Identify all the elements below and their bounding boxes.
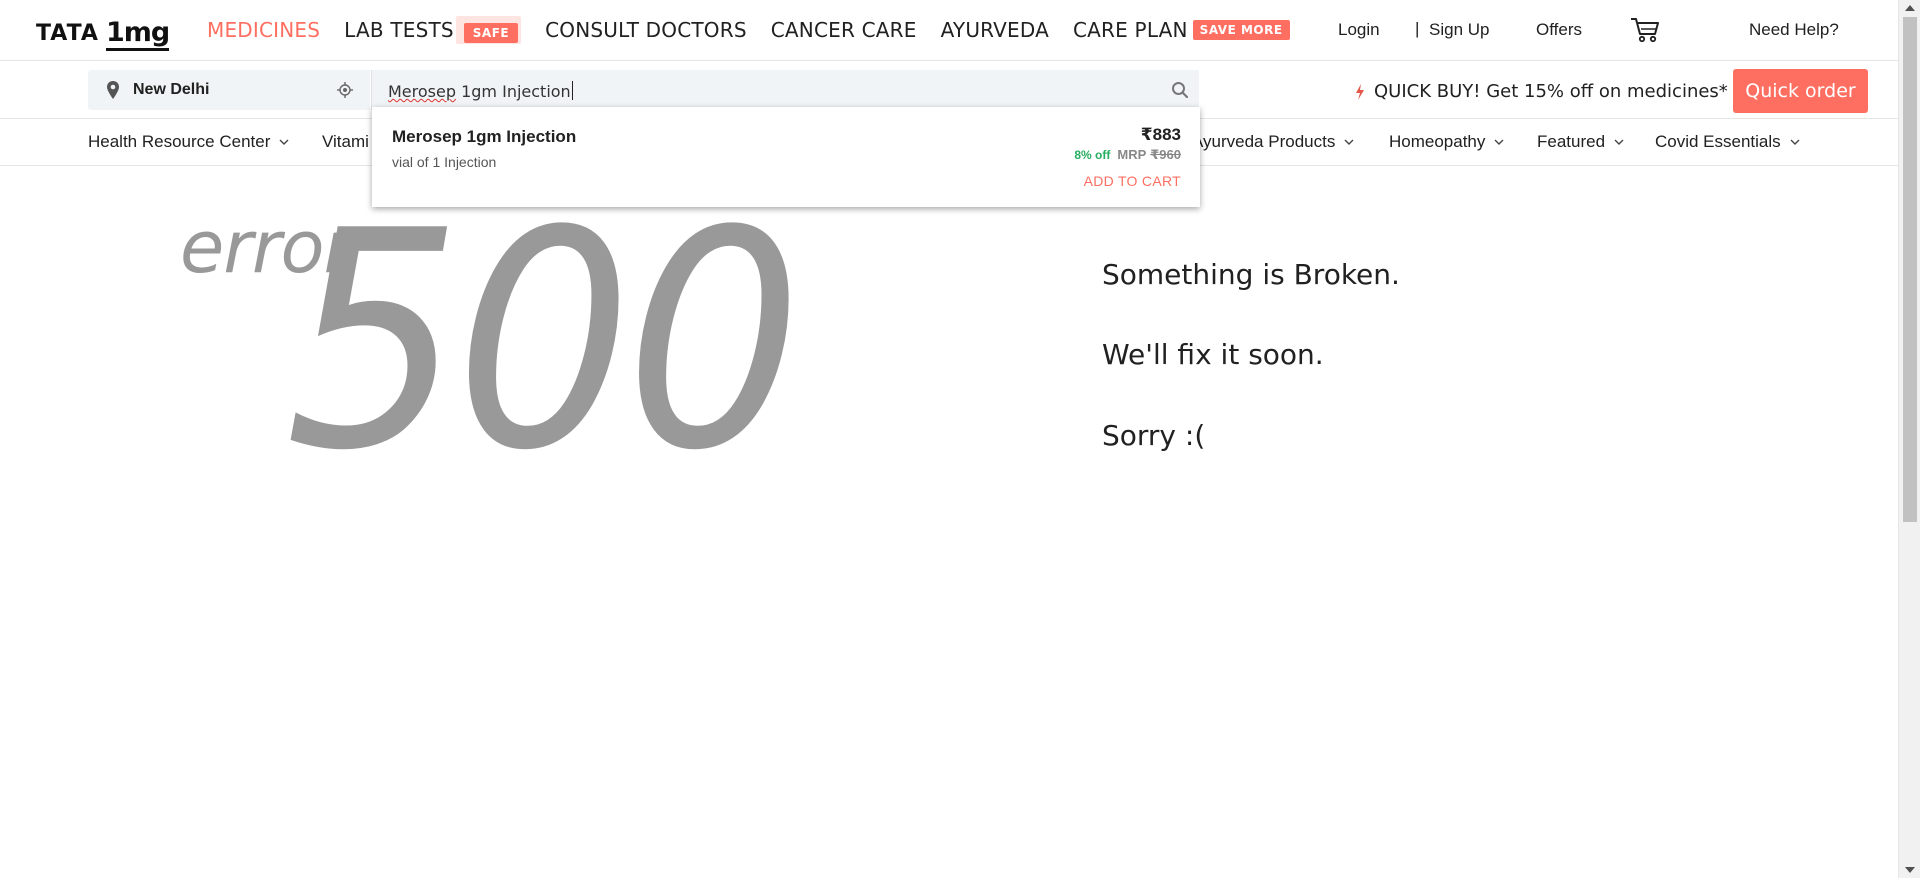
chevron-down-icon — [279, 139, 289, 145]
nav-care-plan[interactable]: CARE PLAN SAVE MORE — [1073, 18, 1290, 42]
suggestion-price: ₹883 — [1140, 125, 1181, 144]
logo-product: 1mg — [105, 17, 170, 51]
location-selector[interactable]: New Delhi — [88, 70, 370, 110]
scroll-down-arrow[interactable] — [1905, 867, 1915, 873]
nav-lab-tests[interactable]: LAB TESTS SAFE — [344, 16, 522, 44]
account-nav: Login | Sign Up Offers Need Help? — [1338, 18, 1898, 43]
suggestion-discount-row: 8% off MRP ₹960 — [1074, 147, 1181, 163]
quick-buy-banner: QUICK BUY! Get 15% off on medicines* — [1355, 81, 1728, 102]
quick-order-button[interactable]: Quick order — [1733, 69, 1868, 113]
login-link[interactable]: Login — [1338, 20, 1380, 40]
quick-buy-text: QUICK BUY! Get 15% off on medicines* — [1374, 81, 1728, 102]
search-query-rest: 1gm Injection — [456, 82, 571, 101]
scrollbar-thumb[interactable] — [1903, 17, 1917, 522]
error-code: 500 — [285, 167, 803, 516]
search-query-word: Merosep — [388, 82, 456, 101]
add-to-cart-button[interactable]: ADD TO CART — [1084, 173, 1181, 189]
error-message-sorry: Sorry :( — [1102, 419, 1206, 452]
error-message-fix: We'll fix it soon. — [1102, 338, 1324, 371]
lightning-bolt-icon — [1355, 83, 1365, 100]
error-message-broken: Something is Broken. — [1102, 258, 1400, 291]
safe-badge-wrap: SAFE — [455, 16, 522, 44]
chevron-down-icon — [1494, 139, 1504, 145]
offers-link[interactable]: Offers — [1536, 20, 1582, 40]
category-featured[interactable]: Featured — [1537, 132, 1624, 152]
scroll-up-arrow[interactable] — [1905, 5, 1915, 11]
nav-cancer-care[interactable]: CANCER CARE — [771, 18, 917, 42]
chevron-down-icon — [1344, 139, 1354, 145]
category-ayurveda-products[interactable]: Ayurveda Products — [1192, 132, 1354, 152]
main-nav: MEDICINES LAB TESTS SAFE CONSULT DOCTORS… — [207, 16, 1314, 44]
category-covid-essentials[interactable]: Covid Essentials — [1655, 132, 1800, 152]
chevron-down-icon — [1614, 139, 1624, 145]
signup-link[interactable]: Sign Up — [1429, 20, 1489, 40]
discount-percent: 8% off — [1074, 148, 1111, 162]
suggestion-pack-size: vial of 1 Injection — [392, 154, 497, 170]
safe-badge: SAFE — [463, 23, 519, 43]
category-health-resource-center[interactable]: Health Resource Center — [88, 132, 289, 152]
top-header: TATA 1mg MEDICINES LAB TESTS SAFE CONSUL… — [0, 0, 1898, 61]
search-icon[interactable] — [1171, 81, 1189, 99]
location-pin-icon — [106, 80, 120, 100]
nav-consult-doctors[interactable]: CONSULT DOCTORS — [545, 18, 747, 42]
suggestion-product-name[interactable]: Merosep 1gm Injection — [392, 127, 576, 147]
logo-brand: TATA — [36, 21, 99, 46]
save-more-badge: SAVE MORE — [1192, 20, 1290, 40]
login-separator: | — [1415, 19, 1420, 38]
category-vitamins[interactable]: Vitami — [322, 132, 369, 152]
tata-1mg-logo[interactable]: TATA 1mg — [36, 16, 170, 51]
text-caret — [571, 81, 573, 100]
search-suggestion-dropdown: Merosep 1gm Injection vial of 1 Injectio… — [372, 107, 1200, 207]
cart-icon[interactable] — [1630, 16, 1660, 44]
need-help-link[interactable]: Need Help? — [1749, 20, 1839, 40]
nav-medicines[interactable]: MEDICINES — [207, 18, 320, 42]
search-query[interactable]: Merosep 1gm Injection — [388, 81, 573, 101]
chevron-down-icon — [1790, 139, 1800, 145]
location-city: New Delhi — [133, 81, 210, 98]
nav-ayurveda[interactable]: AYURVEDA — [941, 18, 1049, 42]
mrp-label: MRP — [1117, 147, 1147, 162]
page-scrollbar[interactable] — [1898, 0, 1920, 878]
gps-target-icon[interactable] — [337, 82, 353, 98]
mrp-value: ₹960 — [1150, 147, 1181, 162]
search-input[interactable]: Merosep 1gm Injection — [371, 70, 1199, 110]
category-homeopathy[interactable]: Homeopathy — [1389, 132, 1504, 152]
